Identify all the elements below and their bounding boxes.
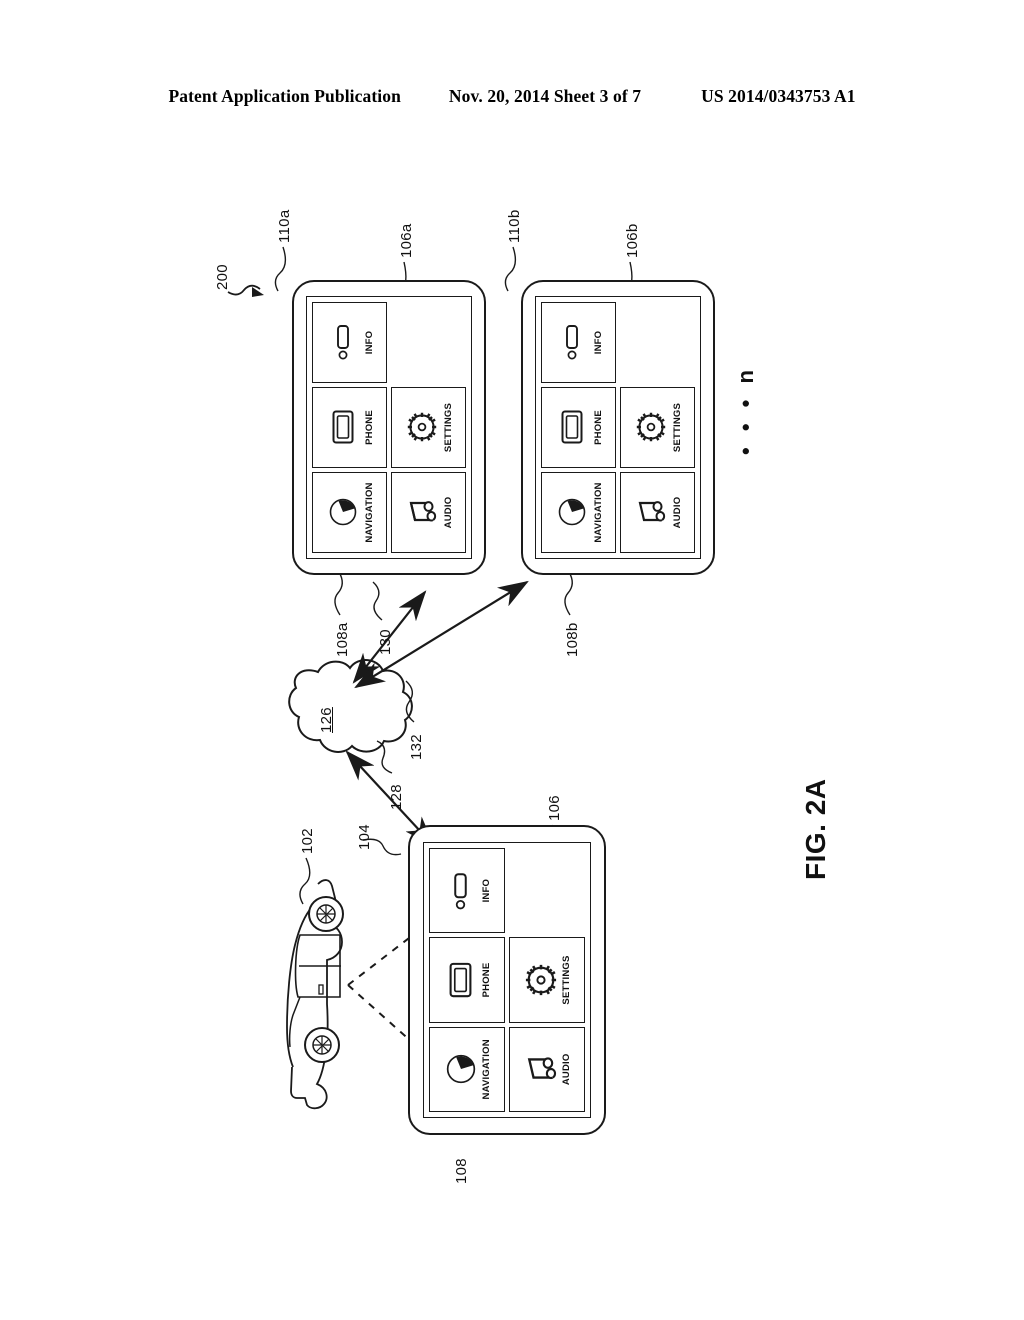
tile-info[interactable]: INFO (312, 302, 387, 383)
tile-settings[interactable]: SETTINGS (391, 387, 466, 468)
leader-110a (274, 246, 287, 292)
tile-navigation[interactable]: NAVIGATION (429, 1026, 505, 1112)
figure-canvas: NAVIGATION PHONE INFO AUDIO SETTINGS NAV… (0, 0, 1024, 1320)
info-icon (325, 325, 362, 361)
ref-200: 200 (214, 264, 231, 290)
tile-settings-label: SETTINGS (442, 402, 454, 453)
cloud-icon (288, 659, 413, 753)
ref-102: 102 (299, 828, 316, 854)
ref-108a: 108a (334, 622, 351, 657)
car-icon (286, 879, 344, 1110)
gear-icon (633, 412, 670, 444)
tile-phone[interactable]: PHONE (541, 387, 616, 468)
device-b-display: NAVIGATION PHONE INFO AUDIO SETTINGS (535, 296, 701, 559)
ref-106b: 106b (624, 223, 641, 258)
device-b-tile-grid: NAVIGATION PHONE INFO AUDIO SETTINGS (536, 297, 700, 558)
tile-phone[interactable]: PHONE (429, 937, 505, 1023)
info-icon (554, 325, 591, 361)
ref-106: 106 (546, 795, 563, 821)
ref-108b: 108b (564, 622, 581, 657)
leader-108a (334, 571, 343, 616)
device-a-tile-grid: NAVIGATION PHONE INFO AUDIO SETTINGS (307, 297, 471, 558)
tile-navigation[interactable]: NAVIGATION (312, 472, 387, 553)
tile-phone-label: PHONE (592, 410, 604, 445)
vehicle-display: NAVIGATION PHONE INFO AUDIO SETTINGS (423, 842, 591, 1118)
vehicle-display-association (347, 934, 414, 1044)
tile-audio-label: AUDIO (671, 496, 683, 529)
compass-icon (442, 1053, 479, 1085)
gear-icon (404, 412, 441, 444)
tile-phone[interactable]: PHONE (312, 387, 387, 468)
device-b: NAVIGATION PHONE INFO AUDIO SETTINGS (521, 280, 715, 575)
tile-settings-label: SETTINGS (671, 402, 683, 453)
tile-navigation-label: NAVIGATION (363, 482, 375, 543)
ref-126: 126 (318, 707, 335, 733)
tile-audio[interactable]: AUDIO (620, 472, 695, 553)
tile-empty (509, 848, 585, 934)
ref-108: 108 (453, 1158, 470, 1184)
device-continuation: • • • n (733, 365, 758, 455)
phone-icon (554, 411, 591, 445)
compass-icon (325, 498, 362, 528)
ref-110a: 110a (276, 209, 293, 243)
tile-settings[interactable]: SETTINGS (509, 937, 585, 1023)
tile-info-label: INFO (481, 878, 493, 903)
device-a: NAVIGATION PHONE INFO AUDIO SETTINGS (292, 280, 486, 575)
tile-navigation-label: NAVIGATION (592, 482, 604, 543)
music-note-icon (404, 498, 441, 528)
ref-106a: 106a (398, 223, 415, 258)
ref-130: 130 (377, 629, 394, 655)
tile-info[interactable]: INFO (429, 848, 505, 934)
info-icon (442, 872, 479, 910)
ref-104: 104 (356, 824, 373, 850)
tile-audio-label: AUDIO (442, 496, 454, 529)
leader-110b (504, 246, 517, 292)
tile-phone-label: PHONE (363, 410, 375, 445)
tile-settings-label: SETTINGS (561, 955, 573, 1005)
music-note-icon (522, 1053, 559, 1085)
vehicle-tile-grid: NAVIGATION PHONE INFO AUDIO SETTINGS (424, 843, 590, 1117)
tile-empty (620, 302, 695, 383)
music-note-icon (633, 498, 670, 528)
leader-102 (299, 857, 311, 905)
ref-132: 132 (408, 734, 425, 760)
phone-icon (325, 411, 362, 445)
tile-audio[interactable]: AUDIO (391, 472, 466, 553)
gear-icon (522, 963, 559, 997)
ref-110b: 110b (506, 209, 523, 243)
tile-info-label: INFO (592, 330, 604, 355)
tile-navigation[interactable]: NAVIGATION (541, 472, 616, 553)
tile-audio[interactable]: AUDIO (509, 1026, 585, 1112)
compass-icon (554, 498, 591, 528)
figure-label: FIG. 2A (800, 778, 831, 880)
phone-icon (442, 962, 479, 998)
tile-navigation-label: NAVIGATION (481, 1039, 493, 1100)
tile-info-label: INFO (363, 330, 375, 355)
tile-audio-label: AUDIO (561, 1053, 573, 1086)
tile-settings[interactable]: SETTINGS (620, 387, 695, 468)
tile-empty (391, 302, 466, 383)
ref-128: 128 (388, 784, 405, 810)
device-a-display: NAVIGATION PHONE INFO AUDIO SETTINGS (306, 296, 472, 559)
leader-108b (564, 571, 573, 616)
vehicle-head-unit: NAVIGATION PHONE INFO AUDIO SETTINGS (408, 825, 606, 1135)
tile-info[interactable]: INFO (541, 302, 616, 383)
leader-130 (372, 581, 383, 621)
tile-phone-label: PHONE (481, 962, 493, 998)
